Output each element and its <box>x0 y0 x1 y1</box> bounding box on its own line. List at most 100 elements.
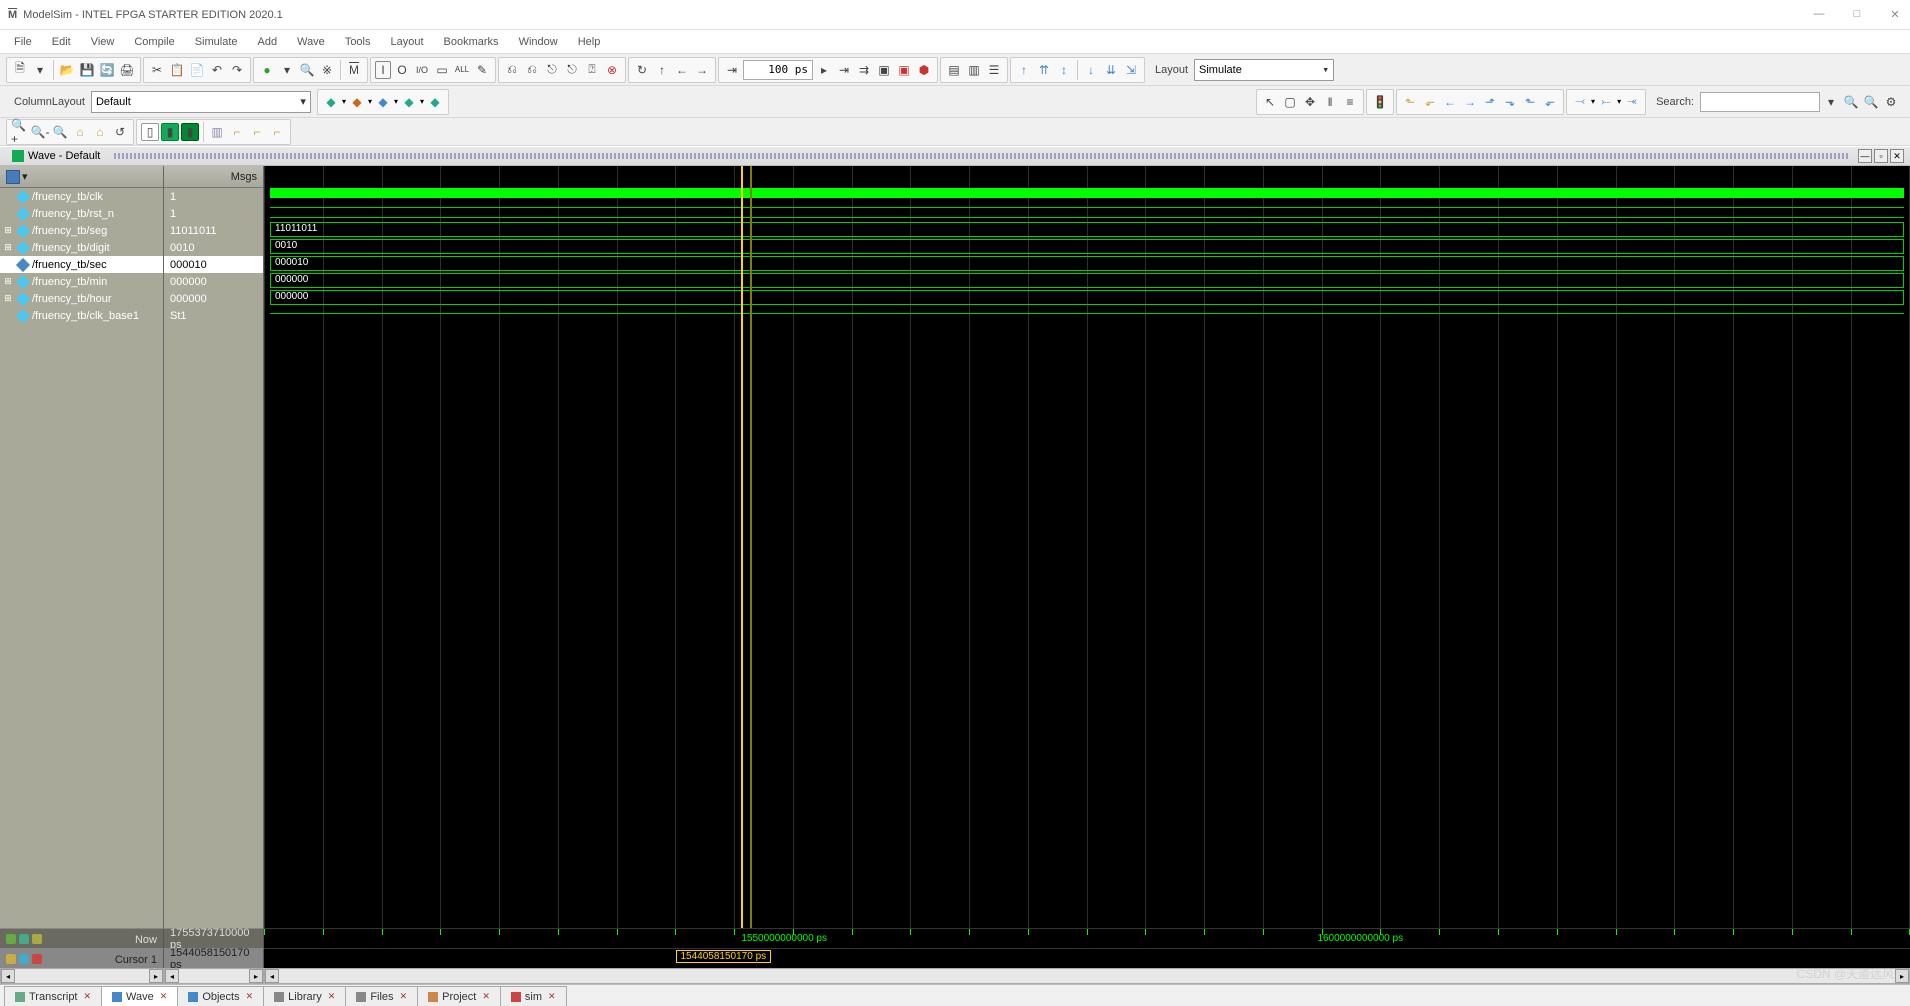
save-icon[interactable]: 💾 <box>78 61 96 79</box>
nav-down-icon[interactable]: ↓ <box>1082 61 1100 79</box>
signals-hscroll[interactable]: ◂▸ <box>0 968 164 984</box>
nav-end-icon[interactable]: ⇲ <box>1122 61 1140 79</box>
tab-close-icon[interactable]: ✕ <box>482 991 490 1002</box>
expand-icon[interactable]: ⊞ <box>2 293 14 304</box>
zoom-cursor-icon[interactable]: ⌂ <box>71 123 89 141</box>
sig-c-icon[interactable]: ◆ <box>374 93 392 111</box>
edge-left-icon[interactable]: ← <box>1441 93 1459 111</box>
tab-sim[interactable]: sim✕ <box>500 986 567 1006</box>
mem-icon[interactable]: M <box>345 61 363 79</box>
tool-b-icon[interactable]: ⎌ <box>523 61 541 79</box>
zoom-full-icon[interactable]: 🔍 <box>51 123 69 141</box>
tab-transcript[interactable]: Transcript✕ <box>4 986 102 1006</box>
edge-prev-icon[interactable]: ⬑ <box>1401 93 1419 111</box>
dropdown-icon[interactable]: ▾ <box>278 61 296 79</box>
select-icon[interactable]: ▢ <box>1281 93 1299 111</box>
maximize-button[interactable]: □ <box>1850 8 1864 21</box>
menu-tools[interactable]: Tools <box>337 34 379 50</box>
tab-files[interactable]: Files✕ <box>345 986 418 1006</box>
search-next-icon[interactable]: 🔍 <box>1862 93 1880 111</box>
menu-compile[interactable]: Compile <box>126 34 182 50</box>
edge-right-icon[interactable]: → <box>1461 93 1479 111</box>
redo-icon[interactable]: ↷ <box>228 61 246 79</box>
cursor-all-icon[interactable]: ALL <box>453 61 471 79</box>
hbar-icon[interactable]: ǁ <box>1321 93 1339 111</box>
tab-close-icon[interactable]: ✕ <box>400 991 408 1002</box>
find-icon[interactable]: 🔍 <box>298 61 316 79</box>
back-icon[interactable]: ← <box>673 61 691 79</box>
close-button[interactable]: ✕ <box>1888 8 1902 21</box>
expand-icon[interactable]: ⊞ <box>2 276 14 287</box>
run-all-icon[interactable]: ⇥ <box>835 61 853 79</box>
search-dd-icon[interactable]: ▾ <box>1822 93 1840 111</box>
signal-row[interactable]: ⊞/fruency_tb/sec <box>0 256 163 273</box>
layout-dropdown[interactable]: Simulate <box>1194 59 1334 81</box>
step-icon[interactable]: ⇥ <box>723 61 741 79</box>
menu-wave[interactable]: Wave <box>289 34 333 50</box>
sig-e-icon[interactable]: ◆ <box>426 93 444 111</box>
signal-row[interactable]: ⊞/fruency_tb/min <box>0 273 163 290</box>
tab-project[interactable]: Project✕ <box>417 986 501 1006</box>
fmt-d-icon[interactable]: ▥ <box>208 123 226 141</box>
search-input[interactable] <box>1700 92 1820 112</box>
tool-c-icon[interactable]: ⎋ <box>543 61 561 79</box>
nav-top-icon[interactable]: ⇈ <box>1035 61 1053 79</box>
tab-close-icon[interactable]: ✕ <box>328 991 336 1002</box>
menu-bookmarks[interactable]: Bookmarks <box>436 34 507 50</box>
wave-min-button[interactable]: — <box>1858 149 1872 163</box>
trans-c-icon[interactable]: ⤛ <box>1623 93 1641 111</box>
sig-d-icon[interactable]: ◆ <box>400 93 418 111</box>
cursor-box-icon[interactable]: ▭ <box>433 61 451 79</box>
trans-a-icon[interactable]: ⤙ <box>1571 93 1589 111</box>
zoom-last-icon[interactable]: ↺ <box>111 123 129 141</box>
up-icon[interactable]: ↑ <box>653 61 671 79</box>
break-icon[interactable]: ▣ <box>875 61 893 79</box>
cursor-io-icon[interactable]: I/O <box>413 61 431 79</box>
expand-icon[interactable]: ⊞ <box>2 242 14 253</box>
run-icon[interactable]: ▸ <box>815 61 833 79</box>
signals-icon[interactable] <box>6 170 20 184</box>
edge-y-icon[interactable]: ⬐ <box>1541 93 1559 111</box>
run-length-input[interactable] <box>743 60 813 80</box>
traffic-icon[interactable]: 🚦 <box>1371 93 1389 111</box>
signal-row[interactable]: /fruency_tb/rst_n <box>0 205 163 222</box>
vbar-icon[interactable]: ≡ <box>1341 93 1359 111</box>
column-layout-dropdown[interactable]: Default <box>91 91 311 113</box>
menu-layout[interactable]: Layout <box>383 34 432 50</box>
edge-dn-icon[interactable]: ⬎ <box>1501 93 1519 111</box>
sig-a-icon[interactable]: ◆ <box>322 93 340 111</box>
wand-icon[interactable]: ✎ <box>473 61 491 79</box>
menu-edit[interactable]: Edit <box>44 34 79 50</box>
fmt-b-icon[interactable]: ▮ <box>161 123 179 141</box>
nav-mid-icon[interactable]: ↕ <box>1055 61 1073 79</box>
tab-close-icon[interactable]: ✕ <box>84 991 92 1002</box>
tool-f-icon[interactable]: ⊗ <box>603 61 621 79</box>
cursor-time-box[interactable]: 1544058150170 ps <box>676 950 772 963</box>
msgs-hscroll[interactable]: ◂▸ <box>164 968 264 984</box>
nav-up-icon[interactable]: ↑ <box>1015 61 1033 79</box>
expand-icon[interactable]: ⊞ <box>2 225 14 236</box>
wave-close-button[interactable]: ✕ <box>1890 149 1904 163</box>
menu-view[interactable]: View <box>83 34 123 50</box>
restart-icon[interactable]: ↻ <box>633 61 651 79</box>
fwd-icon[interactable]: → <box>693 61 711 79</box>
sig-b-icon[interactable]: ◆ <box>348 93 366 111</box>
menu-help[interactable]: Help <box>570 34 609 50</box>
signal-row[interactable]: ⊞/fruency_tb/hour <box>0 290 163 307</box>
pointer-icon[interactable]: ↖ <box>1261 93 1279 111</box>
signal-row[interactable]: /fruency_tb/clk <box>0 188 163 205</box>
menu-add[interactable]: Add <box>250 34 286 50</box>
search-prev-icon[interactable]: 🔍 <box>1842 93 1860 111</box>
waveform-canvas[interactable]: 110110110010000010000000000000 <box>264 166 1910 928</box>
tab-library[interactable]: Library✕ <box>263 986 346 1006</box>
copy-icon[interactable]: 📋 <box>168 61 186 79</box>
trans-b-icon[interactable]: ⤚ <box>1597 93 1615 111</box>
win-a-icon[interactable]: ▤ <box>945 61 963 79</box>
fmt-e-icon[interactable]: ⌐ <box>228 123 246 141</box>
cursor-o-icon[interactable]: O <box>393 61 411 79</box>
win-c-icon[interactable]: ☰ <box>985 61 1003 79</box>
signal-row[interactable]: /fruency_tb/clk_base1 <box>0 307 163 324</box>
cursor-10-icon[interactable]: I <box>375 61 391 79</box>
tab-close-icon[interactable]: ✕ <box>548 991 556 1002</box>
wave-hscroll[interactable]: ◂▸ <box>264 968 1910 984</box>
